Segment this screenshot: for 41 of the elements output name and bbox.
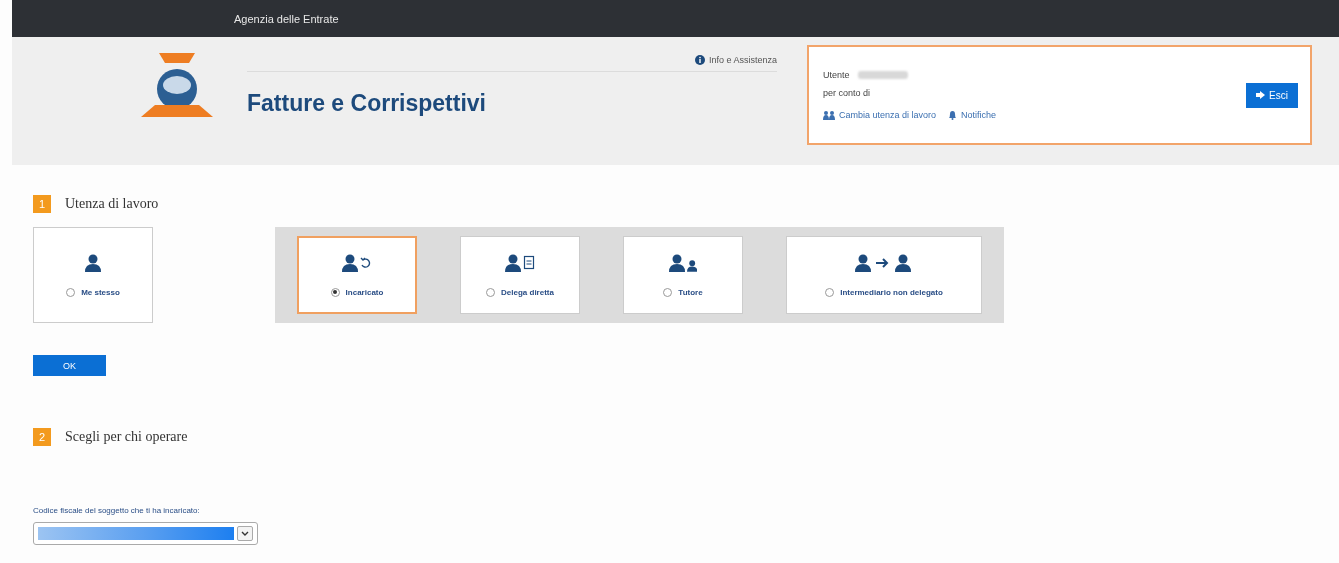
users-icon xyxy=(823,110,835,120)
option-label: Delega diretta xyxy=(501,287,554,297)
exit-icon xyxy=(1256,91,1266,99)
option-card[interactable]: Delega diretta xyxy=(460,236,580,314)
field-label: Codice fiscale del soggetto che ti ha incaricato: xyxy=(33,506,201,515)
radio-button[interactable] xyxy=(825,287,835,297)
ok-button[interactable]: OK xyxy=(33,355,106,376)
person-icon xyxy=(85,253,101,272)
radio-button[interactable] xyxy=(486,287,496,297)
help-link[interactable]: Info e Assistenza xyxy=(694,55,777,65)
option-card[interactable]: Incaricato xyxy=(297,236,417,314)
top-bar-title: Agenzia delle Entrate xyxy=(234,12,339,25)
option-label: Intermediario non delegato xyxy=(840,287,943,297)
user-label: Utente xyxy=(823,70,850,80)
chevron-down-icon xyxy=(241,530,249,537)
option-label: Me stesso xyxy=(81,287,120,297)
header-link[interactable]: Notifiche xyxy=(948,110,997,120)
redacted-text xyxy=(857,71,908,79)
option-card[interactable]: Me stesso xyxy=(33,227,153,323)
two-people-icon xyxy=(669,253,697,272)
app-title: Fatture e Corrispettivi xyxy=(247,90,487,117)
option-card[interactable]: Tutore xyxy=(623,236,743,314)
radio-button[interactable] xyxy=(663,287,673,297)
radio-button[interactable] xyxy=(66,287,76,297)
option-label: Tutore xyxy=(678,287,703,297)
bell-icon xyxy=(948,110,958,120)
info-icon xyxy=(694,55,705,65)
exit-button[interactable]: Esci xyxy=(1246,82,1298,108)
step-badge: 2 xyxy=(33,428,51,446)
select-field[interactable] xyxy=(33,522,258,545)
option-card[interactable]: Intermediario non delegato xyxy=(786,236,982,314)
person-with-document-icon xyxy=(505,253,535,272)
header-link[interactable]: Cambia utenza di lavoro xyxy=(823,110,937,120)
section-title: Utenza di lavoro xyxy=(65,196,159,212)
step-badge: 1 xyxy=(33,195,51,213)
person-arrow-person-icon xyxy=(855,253,913,272)
person-with-arrows-icon xyxy=(342,253,372,272)
radio-button[interactable] xyxy=(330,287,340,297)
option-label: Incaricato xyxy=(345,287,384,297)
section-title: Scegli per chi operare xyxy=(65,429,188,445)
on-behalf-label: per conto di xyxy=(823,88,872,98)
